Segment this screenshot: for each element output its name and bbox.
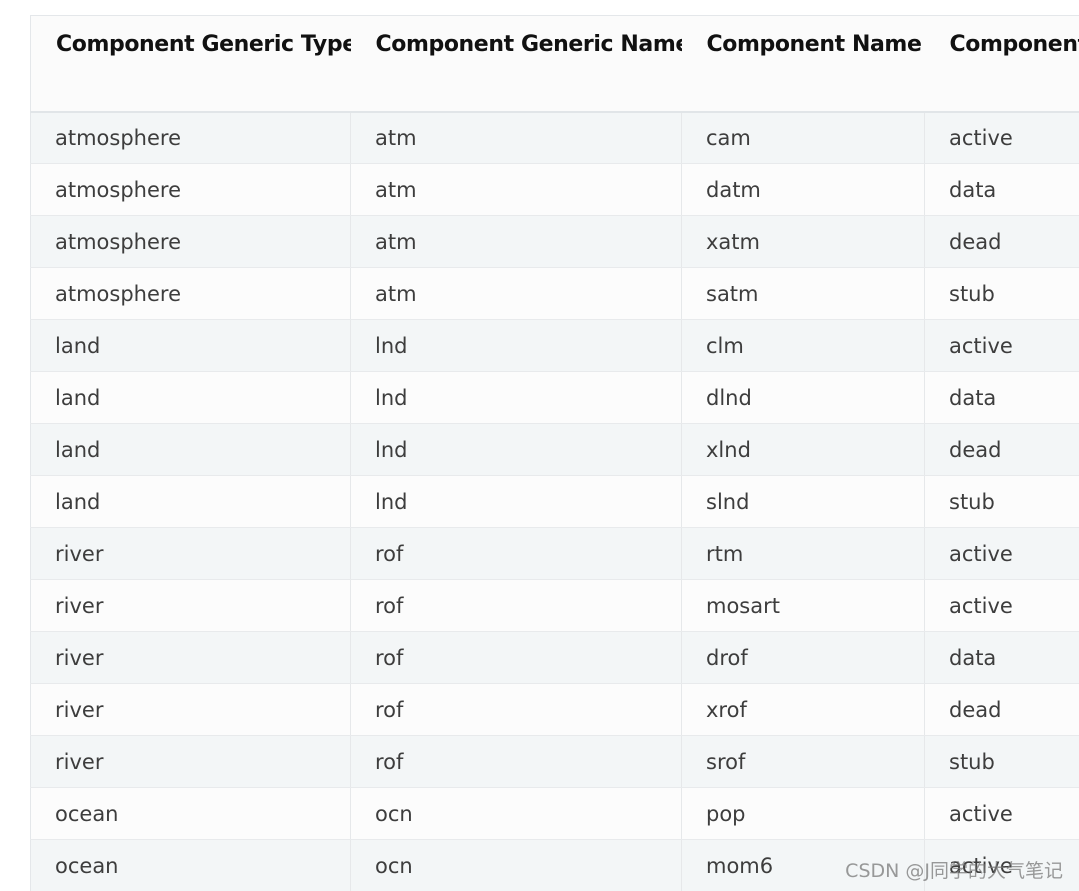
cell-generic-type: land <box>30 319 351 372</box>
cell-generic-name: rof <box>350 735 682 788</box>
cell-component-kind: stub <box>924 267 1079 320</box>
cell-component-name: rtm <box>681 527 925 580</box>
cell-component-name: satm <box>681 267 925 320</box>
cell-generic-name: lnd <box>350 319 682 372</box>
table-row: atmosphere atm satm stub <box>30 267 1079 320</box>
cell-component-kind: active <box>924 579 1079 632</box>
cell-generic-name: rof <box>350 579 682 632</box>
cell-generic-type: ocean <box>30 839 351 891</box>
cell-component-name: pop <box>681 787 925 840</box>
watermark: CSDN @J同学的大气笔记 <box>845 860 1063 882</box>
table-row: atmosphere atm cam active <box>30 111 1079 164</box>
table-row: river rof rtm active <box>30 527 1079 580</box>
cell-component-kind: active <box>924 319 1079 372</box>
cell-component-kind: active <box>924 527 1079 580</box>
cell-component-kind: stub <box>924 735 1079 788</box>
cell-component-kind: data <box>924 371 1079 424</box>
cell-generic-name: atm <box>350 215 682 268</box>
cell-component-kind: dead <box>924 423 1079 476</box>
cell-component-name: clm <box>681 319 925 372</box>
cell-component-kind: data <box>924 163 1079 216</box>
cell-generic-name: atm <box>350 267 682 320</box>
cell-component-kind: active <box>924 787 1079 840</box>
cell-generic-type: river <box>30 683 351 736</box>
table-row: river rof xrof dead <box>30 683 1079 736</box>
header-row: Component Generic Type Component Generic… <box>30 15 1079 113</box>
cell-generic-type: river <box>30 631 351 684</box>
cell-component-kind: dead <box>924 683 1079 736</box>
table-row: atmosphere atm datm data <box>30 163 1079 216</box>
cell-generic-type: land <box>30 475 351 528</box>
cell-generic-type: land <box>30 423 351 476</box>
table-row: river rof srof stub <box>30 735 1079 788</box>
cell-generic-type: atmosphere <box>30 215 351 268</box>
cell-component-name: cam <box>681 111 925 164</box>
cell-component-name: xlnd <box>681 423 925 476</box>
cell-generic-type: ocean <box>30 787 351 840</box>
table-header: Component Generic Type Component Generic… <box>30 15 1079 113</box>
table-row: land lnd dlnd data <box>30 371 1079 424</box>
page: Component Generic Type Component Generic… <box>0 0 1079 891</box>
header-component-generic-type: Component Generic Type <box>30 15 351 113</box>
cell-component-kind: stub <box>924 475 1079 528</box>
table-body: atmosphere atm cam active atmosphere atm datm d… <box>30 111 1079 891</box>
cell-generic-name: lnd <box>350 371 682 424</box>
header-component-name: Component Name <box>681 15 925 113</box>
cell-component-name: xrof <box>681 683 925 736</box>
cell-generic-name: ocn <box>350 787 682 840</box>
cell-generic-name: atm <box>350 163 682 216</box>
cell-component-name: srof <box>681 735 925 788</box>
cell-generic-type: river <box>30 527 351 580</box>
table-row: river rof drof data <box>30 631 1079 684</box>
table-row: atmosphere atm xatm dead <box>30 215 1079 268</box>
cell-generic-name: ocn <box>350 839 682 891</box>
cell-generic-name: rof <box>350 683 682 736</box>
table-row: land lnd xlnd dead <box>30 423 1079 476</box>
cell-generic-type: atmosphere <box>30 163 351 216</box>
cell-component-name: datm <box>681 163 925 216</box>
cell-generic-type: atmosphere <box>30 111 351 164</box>
cell-generic-name: lnd <box>350 475 682 528</box>
cell-generic-name: lnd <box>350 423 682 476</box>
cell-generic-type: river <box>30 579 351 632</box>
table-row: land lnd slnd stub <box>30 475 1079 528</box>
cell-component-name: mosart <box>681 579 925 632</box>
cell-component-name: slnd <box>681 475 925 528</box>
table-row: ocean ocn pop active <box>30 787 1079 840</box>
table-row: land lnd clm active <box>30 319 1079 372</box>
cell-component-kind: dead <box>924 215 1079 268</box>
header-component-generic-name: Component Generic Name <box>350 15 682 113</box>
cell-generic-name: atm <box>350 111 682 164</box>
cell-generic-type: river <box>30 735 351 788</box>
header-component: Component <box>924 15 1079 113</box>
table-row: river rof mosart active <box>30 579 1079 632</box>
cell-component-name: dlnd <box>681 371 925 424</box>
cell-component-name: drof <box>681 631 925 684</box>
cell-component-kind: data <box>924 631 1079 684</box>
cell-component-kind: active <box>924 111 1079 164</box>
cell-generic-type: atmosphere <box>30 267 351 320</box>
cell-generic-type: land <box>30 371 351 424</box>
cell-generic-name: rof <box>350 527 682 580</box>
component-table: Component Generic Type Component Generic… <box>30 15 1079 891</box>
cell-generic-name: rof <box>350 631 682 684</box>
cell-component-name: xatm <box>681 215 925 268</box>
